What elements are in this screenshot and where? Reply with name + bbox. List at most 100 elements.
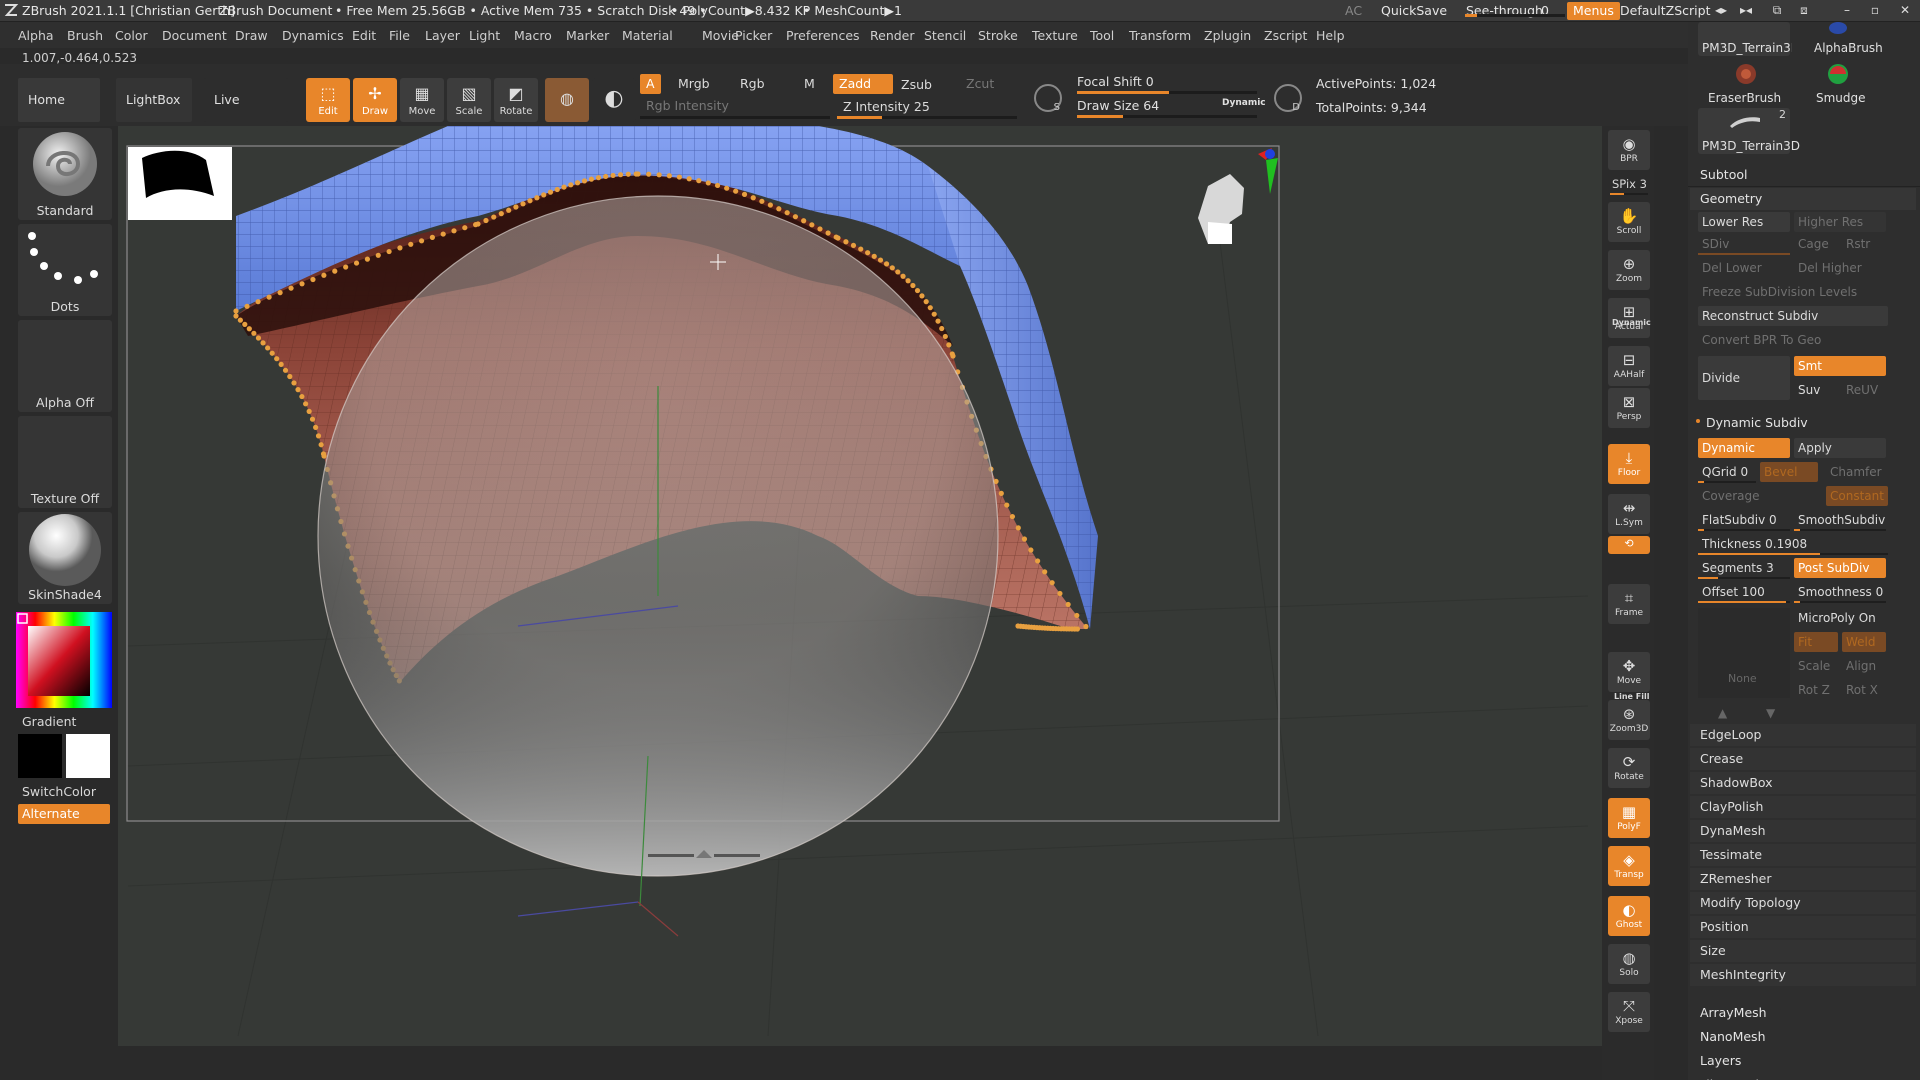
- menu-stroke[interactable]: Stroke: [978, 28, 1018, 43]
- menu-file[interactable]: File: [389, 28, 410, 43]
- menu-preferences[interactable]: Preferences: [786, 28, 860, 43]
- menu-brush[interactable]: Brush: [67, 28, 103, 43]
- subpalette-modify-topology[interactable]: Modify Topology: [1690, 892, 1916, 914]
- rotz-button[interactable]: Rot Z: [1794, 680, 1838, 700]
- rgb-intensity-slider[interactable]: [640, 116, 830, 119]
- menu-zplugin[interactable]: Zplugin: [1204, 28, 1251, 43]
- del-higher-button[interactable]: Del Higher: [1794, 258, 1886, 278]
- layout-prev-icon[interactable]: ◂▸: [1712, 3, 1730, 19]
- menu-alpha[interactable]: Alpha: [18, 28, 54, 43]
- coverage-slider[interactable]: Coverage: [1698, 486, 1818, 506]
- alphabrush-thumb[interactable]: AlphaBrush: [1792, 22, 1884, 56]
- rotx-button[interactable]: Rot X: [1842, 680, 1886, 700]
- menu-document[interactable]: Document: [162, 28, 227, 43]
- alpha-picker[interactable]: Alpha Off: [18, 320, 112, 412]
- zcut-toggle[interactable]: Zcut: [960, 74, 1000, 94]
- transp-button[interactable]: ◈ Transp: [1608, 846, 1650, 886]
- main-color-swatch[interactable]: [18, 734, 62, 778]
- alternate-button[interactable]: Alternate: [18, 804, 110, 824]
- draw-size-slider[interactable]: [1077, 115, 1257, 118]
- subpalette-nanomesh[interactable]: NanoMesh: [1690, 1026, 1916, 1048]
- subpalette-arraymesh[interactable]: ArrayMesh: [1690, 1002, 1916, 1024]
- align-button[interactable]: Align: [1842, 656, 1886, 676]
- mrgb-toggle[interactable]: Mrgb: [672, 74, 716, 94]
- layout-next-icon[interactable]: ▸◂: [1737, 3, 1755, 19]
- docking-icon[interactable]: ⧈: [1795, 3, 1813, 19]
- subpalette-crease[interactable]: Crease: [1690, 748, 1916, 770]
- post-subdiv-toggle[interactable]: Post SubDiv: [1794, 558, 1886, 578]
- draw-mode-button[interactable]: ✢ Draw: [353, 78, 397, 122]
- menu-tool[interactable]: Tool: [1090, 28, 1114, 43]
- move-mode-button[interactable]: ▦ Move: [400, 78, 444, 122]
- close-icon[interactable]: ✕: [1896, 3, 1914, 19]
- smoothness-slider[interactable]: Smoothness 0: [1794, 582, 1886, 602]
- lightbox-button[interactable]: LightBox: [116, 78, 192, 122]
- color-picker[interactable]: [16, 612, 112, 708]
- flatsubdiv-slider[interactable]: FlatSubdiv 0: [1698, 510, 1790, 530]
- thickness-slider[interactable]: Thickness 0.1908: [1698, 534, 1888, 554]
- rotate-mode-button[interactable]: ◩ Rotate: [494, 78, 538, 122]
- freeze-subdivision-button[interactable]: Freeze SubDivision Levels: [1698, 282, 1888, 302]
- material-picker[interactable]: SkinShade4: [18, 512, 112, 604]
- spix-slider[interactable]: [1610, 193, 1648, 195]
- dynamic-subdiv-toggle[interactable]: Dynamic: [1698, 438, 1790, 458]
- scroll-button[interactable]: ✋ Scroll: [1608, 202, 1650, 242]
- subpalette-size[interactable]: Size: [1690, 940, 1916, 962]
- menu-color[interactable]: Color: [115, 28, 148, 43]
- suv-toggle[interactable]: Suv: [1794, 380, 1838, 400]
- divide-button[interactable]: Divide: [1698, 356, 1790, 400]
- subpalette-tessimate[interactable]: Tessimate: [1690, 844, 1916, 866]
- menu-dynamics[interactable]: Dynamics: [282, 28, 344, 43]
- lsym-button[interactable]: ⇹ L.Sym: [1608, 494, 1650, 534]
- geometry-section[interactable]: Geometry: [1690, 188, 1916, 210]
- menu-draw[interactable]: Draw: [235, 28, 268, 43]
- rotate-button[interactable]: ⟳ Rotate: [1608, 748, 1650, 788]
- weld-toggle[interactable]: Weld: [1842, 632, 1886, 652]
- subpalette-meshintegrity[interactable]: MeshIntegrity: [1690, 964, 1916, 986]
- color-gradient-picker[interactable]: [16, 612, 112, 708]
- bevel-toggle[interactable]: Bevel: [1760, 462, 1818, 482]
- stroke-picker[interactable]: Dots: [18, 224, 112, 316]
- live-boolean-button[interactable]: Live Boolean: [204, 78, 288, 151]
- ghost-button[interactable]: ◐ Ghost: [1608, 896, 1650, 936]
- micropoly-toggle[interactable]: MicroPoly On: [1794, 608, 1886, 628]
- sdiv-slider[interactable]: SDiv: [1698, 234, 1790, 254]
- 3d-scene[interactable]: [118, 126, 1602, 1046]
- del-lower-button[interactable]: Del Lower: [1698, 258, 1790, 278]
- switchcolor-button[interactable]: SwitchColor: [22, 784, 96, 799]
- chamfer-toggle[interactable]: Chamfer: [1826, 462, 1888, 482]
- menu-help[interactable]: Help: [1316, 28, 1345, 43]
- menu-zscript[interactable]: Zscript: [1264, 28, 1307, 43]
- secondary-color-swatch[interactable]: [66, 734, 110, 778]
- default-zscript-button[interactable]: DefaultZScript: [1614, 2, 1717, 20]
- focal-shift-slider[interactable]: [1077, 91, 1257, 94]
- smoothsubdiv-slider[interactable]: SmoothSubdiv: [1794, 510, 1886, 530]
- z-intensity-slider[interactable]: [837, 116, 1017, 119]
- layout-icon[interactable]: ⧉: [1768, 3, 1786, 19]
- menu-stencil[interactable]: Stencil: [924, 28, 966, 43]
- menu-material[interactable]: Material: [622, 28, 673, 43]
- aahalf-button[interactable]: ⊟ AAHalf: [1608, 346, 1650, 386]
- arrow-down-icon[interactable]: ▼: [1766, 706, 1775, 720]
- menu-transform[interactable]: Transform: [1129, 28, 1191, 43]
- menu-layer[interactable]: Layer: [425, 28, 460, 43]
- subpalette-shadowbox[interactable]: ShadowBox: [1690, 772, 1916, 794]
- reconstruct-subdiv-button[interactable]: Reconstruct Subdiv: [1698, 306, 1888, 326]
- xyz-button[interactable]: ⟲: [1608, 536, 1650, 554]
- segments-slider[interactable]: Segments 3: [1698, 558, 1790, 578]
- solo-button[interactable]: ◍ Solo: [1608, 944, 1650, 984]
- menu-marker[interactable]: Marker: [566, 28, 609, 43]
- home-page-button[interactable]: Home Page: [18, 78, 100, 151]
- dynamic-size-toggle[interactable]: Dynamic: [1222, 98, 1266, 108]
- polyf-button[interactable]: ▦ PolyF: [1608, 798, 1650, 838]
- minimize-icon[interactable]: –: [1838, 3, 1856, 19]
- material-swatch[interactable]: ◍: [545, 78, 589, 122]
- zoom3d-button[interactable]: ⊛ Zoom3D: [1608, 700, 1650, 740]
- dynamic-subdiv-section[interactable]: Dynamic Subdiv: [1690, 412, 1916, 434]
- rgb-toggle[interactable]: Rgb: [734, 74, 771, 94]
- subpalette-edgeloop[interactable]: EdgeLoop: [1690, 724, 1916, 746]
- subpalette-position[interactable]: Position: [1690, 916, 1916, 938]
- menu-texture[interactable]: Texture: [1032, 28, 1078, 43]
- lower-res-button[interactable]: Lower Res: [1698, 212, 1790, 232]
- subpalette-zremesher[interactable]: ZRemesher: [1690, 868, 1916, 890]
